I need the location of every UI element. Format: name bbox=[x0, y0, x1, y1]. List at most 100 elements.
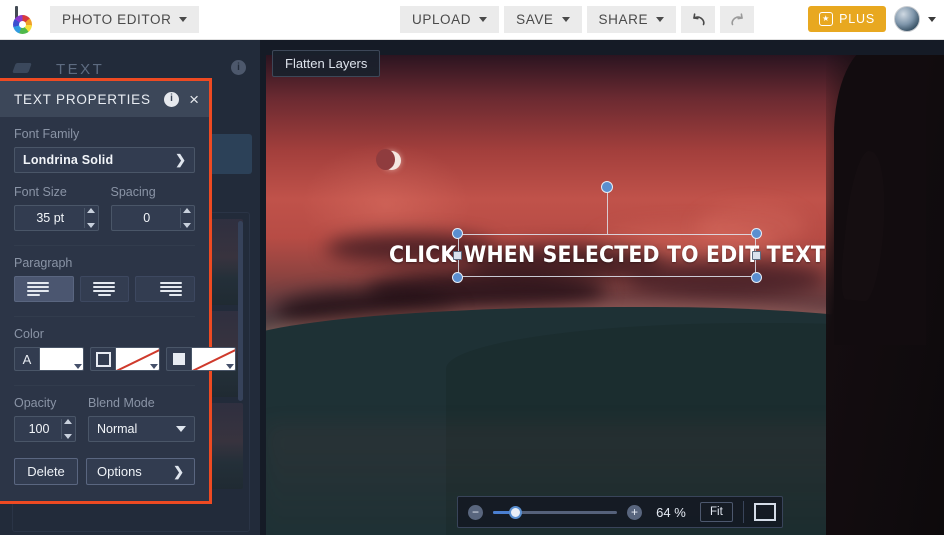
resize-handle-top-right[interactable] bbox=[751, 228, 762, 239]
dock-title: TEXT bbox=[56, 60, 105, 78]
zoom-slider-knob[interactable] bbox=[509, 505, 522, 519]
divider bbox=[14, 316, 195, 317]
resize-handle-right[interactable] bbox=[752, 251, 761, 260]
shadow-icon bbox=[166, 347, 191, 371]
rotate-handle[interactable] bbox=[601, 181, 613, 193]
plus-label: PLUS bbox=[839, 12, 875, 26]
chevron-down-icon bbox=[179, 17, 188, 22]
outline-color-control[interactable] bbox=[90, 347, 160, 371]
plus-badge-icon: ★ bbox=[819, 12, 834, 26]
top-toolbar: PHOTO EDITOR UPLOAD SAVE SHARE ★ PLUS bbox=[0, 0, 944, 40]
paragraph-alignment-group bbox=[14, 276, 195, 302]
chevron-right-icon: ❯ bbox=[175, 152, 186, 167]
align-bar bbox=[97, 294, 111, 296]
size-spacing-row: Font Size 35 pt Spacing 0 bbox=[14, 185, 195, 231]
font-size-stepper[interactable]: 35 pt bbox=[14, 205, 99, 231]
spacing-spinner[interactable] bbox=[180, 208, 191, 228]
upload-button[interactable]: UPLOAD bbox=[400, 6, 500, 33]
outline-icon bbox=[90, 347, 115, 371]
blend-mode-group: Blend Mode Normal bbox=[88, 396, 195, 442]
layer-list-scrollbar[interactable] bbox=[238, 221, 243, 401]
chevron-down-icon bbox=[479, 17, 488, 22]
font-family-select[interactable]: Londrina Solid ❯ bbox=[14, 147, 195, 173]
project-menu-label: PHOTO EDITOR bbox=[62, 12, 172, 27]
toolbar-right-group: ★ PLUS bbox=[808, 6, 936, 32]
app-logo[interactable] bbox=[0, 0, 46, 40]
toolbar-center-group: UPLOAD SAVE SHARE bbox=[400, 6, 755, 33]
zoom-percent-label: 64 % bbox=[656, 504, 686, 520]
chevron-down-icon[interactable] bbox=[928, 16, 936, 22]
panel-action-row: Delete Options ❯ bbox=[14, 458, 195, 485]
canvas-text-layer[interactable]: CLICK WHEN SELECTED TO EDIT TEXT bbox=[389, 234, 825, 277]
resize-handle-bottom-left[interactable] bbox=[452, 272, 463, 283]
spacing-label: Spacing bbox=[110, 185, 156, 199]
spinner-down-icon[interactable] bbox=[183, 223, 191, 228]
opacity-stepper[interactable]: 100 bbox=[14, 416, 76, 442]
spinner-up-icon[interactable] bbox=[183, 208, 191, 213]
align-bar bbox=[93, 286, 116, 288]
spinner-up-icon[interactable] bbox=[86, 208, 95, 213]
canvas-photo[interactable] bbox=[266, 55, 944, 535]
font-size-spinner[interactable] bbox=[83, 208, 95, 228]
rotate-stem bbox=[607, 187, 608, 234]
color-swatch-group: A bbox=[14, 347, 236, 371]
save-button[interactable]: SAVE bbox=[504, 6, 582, 33]
text-properties-panel: TEXT PROPERTIES i × Font Family Londrina… bbox=[0, 78, 236, 504]
user-avatar[interactable] bbox=[894, 6, 920, 32]
redo-arrow-icon bbox=[730, 13, 743, 26]
align-bar bbox=[27, 282, 49, 284]
delete-button[interactable]: Delete bbox=[14, 458, 78, 485]
opacity-blend-row: Opacity 100 Blend Mode Normal bbox=[14, 396, 195, 442]
chevron-down-icon bbox=[226, 364, 234, 369]
spinner-up-icon[interactable] bbox=[64, 419, 72, 424]
font-family-value: Londrina Solid bbox=[23, 153, 114, 167]
chevron-down-icon bbox=[656, 17, 665, 22]
text-color-swatch[interactable] bbox=[39, 347, 84, 371]
text-color-control[interactable]: A bbox=[14, 347, 84, 371]
align-left-button[interactable] bbox=[14, 276, 75, 302]
zoom-fit-button[interactable]: Fit bbox=[700, 502, 733, 522]
share-button[interactable]: SHARE bbox=[586, 6, 677, 33]
info-icon[interactable]: i bbox=[164, 91, 180, 107]
chevron-right-icon: ❯ bbox=[173, 463, 184, 479]
align-center-button[interactable] bbox=[80, 276, 129, 302]
zoom-in-button[interactable]: + bbox=[627, 504, 642, 520]
save-label: SAVE bbox=[516, 12, 554, 27]
align-bar bbox=[93, 282, 116, 284]
blend-mode-select[interactable]: Normal bbox=[88, 416, 195, 442]
close-icon[interactable]: × bbox=[189, 91, 199, 108]
shadow-color-swatch[interactable] bbox=[191, 347, 236, 371]
project-menu-button[interactable]: PHOTO EDITOR bbox=[50, 6, 200, 33]
canvas-area[interactable]: Flatten Layers CLICK WHEN SELECTED TO ED… bbox=[260, 40, 944, 535]
blend-mode-label: Blend Mode bbox=[88, 396, 155, 410]
text-color-icon: A bbox=[14, 347, 39, 371]
opacity-group: Opacity 100 bbox=[14, 396, 76, 442]
align-bar bbox=[27, 294, 40, 296]
zoom-slider[interactable] bbox=[493, 505, 617, 519]
resize-handle-top-left[interactable] bbox=[452, 228, 463, 239]
moon-graphic bbox=[376, 149, 401, 170]
plus-upgrade-button[interactable]: ★ PLUS bbox=[808, 6, 886, 32]
resize-handle-bottom-right[interactable] bbox=[751, 272, 762, 283]
chevron-down-icon bbox=[150, 364, 158, 369]
shadow-color-control[interactable] bbox=[166, 347, 236, 371]
zoom-out-button[interactable]: − bbox=[468, 504, 483, 520]
redo-button[interactable] bbox=[720, 6, 755, 33]
undo-button[interactable] bbox=[681, 6, 716, 33]
flatten-layers-button[interactable]: Flatten Layers bbox=[272, 50, 381, 77]
fit-screen-icon[interactable] bbox=[753, 503, 776, 521]
info-icon[interactable]: i bbox=[231, 60, 246, 75]
align-right-button[interactable] bbox=[134, 276, 195, 302]
options-button[interactable]: Options ❯ bbox=[86, 458, 195, 485]
resize-handle-left[interactable] bbox=[453, 251, 462, 260]
outline-color-swatch[interactable] bbox=[115, 347, 160, 371]
opacity-spinner[interactable] bbox=[61, 419, 72, 439]
spinner-down-icon[interactable] bbox=[86, 223, 95, 228]
chevron-down-icon bbox=[74, 364, 82, 369]
spinner-down-icon[interactable] bbox=[64, 434, 72, 439]
align-bar bbox=[159, 282, 182, 284]
text-layer-selection[interactable]: CLICK WHEN SELECTED TO EDIT TEXT bbox=[389, 181, 825, 283]
spacing-stepper[interactable]: 0 bbox=[110, 205, 195, 231]
undo-arrow-icon bbox=[692, 13, 705, 26]
opacity-label: Opacity bbox=[14, 396, 57, 410]
